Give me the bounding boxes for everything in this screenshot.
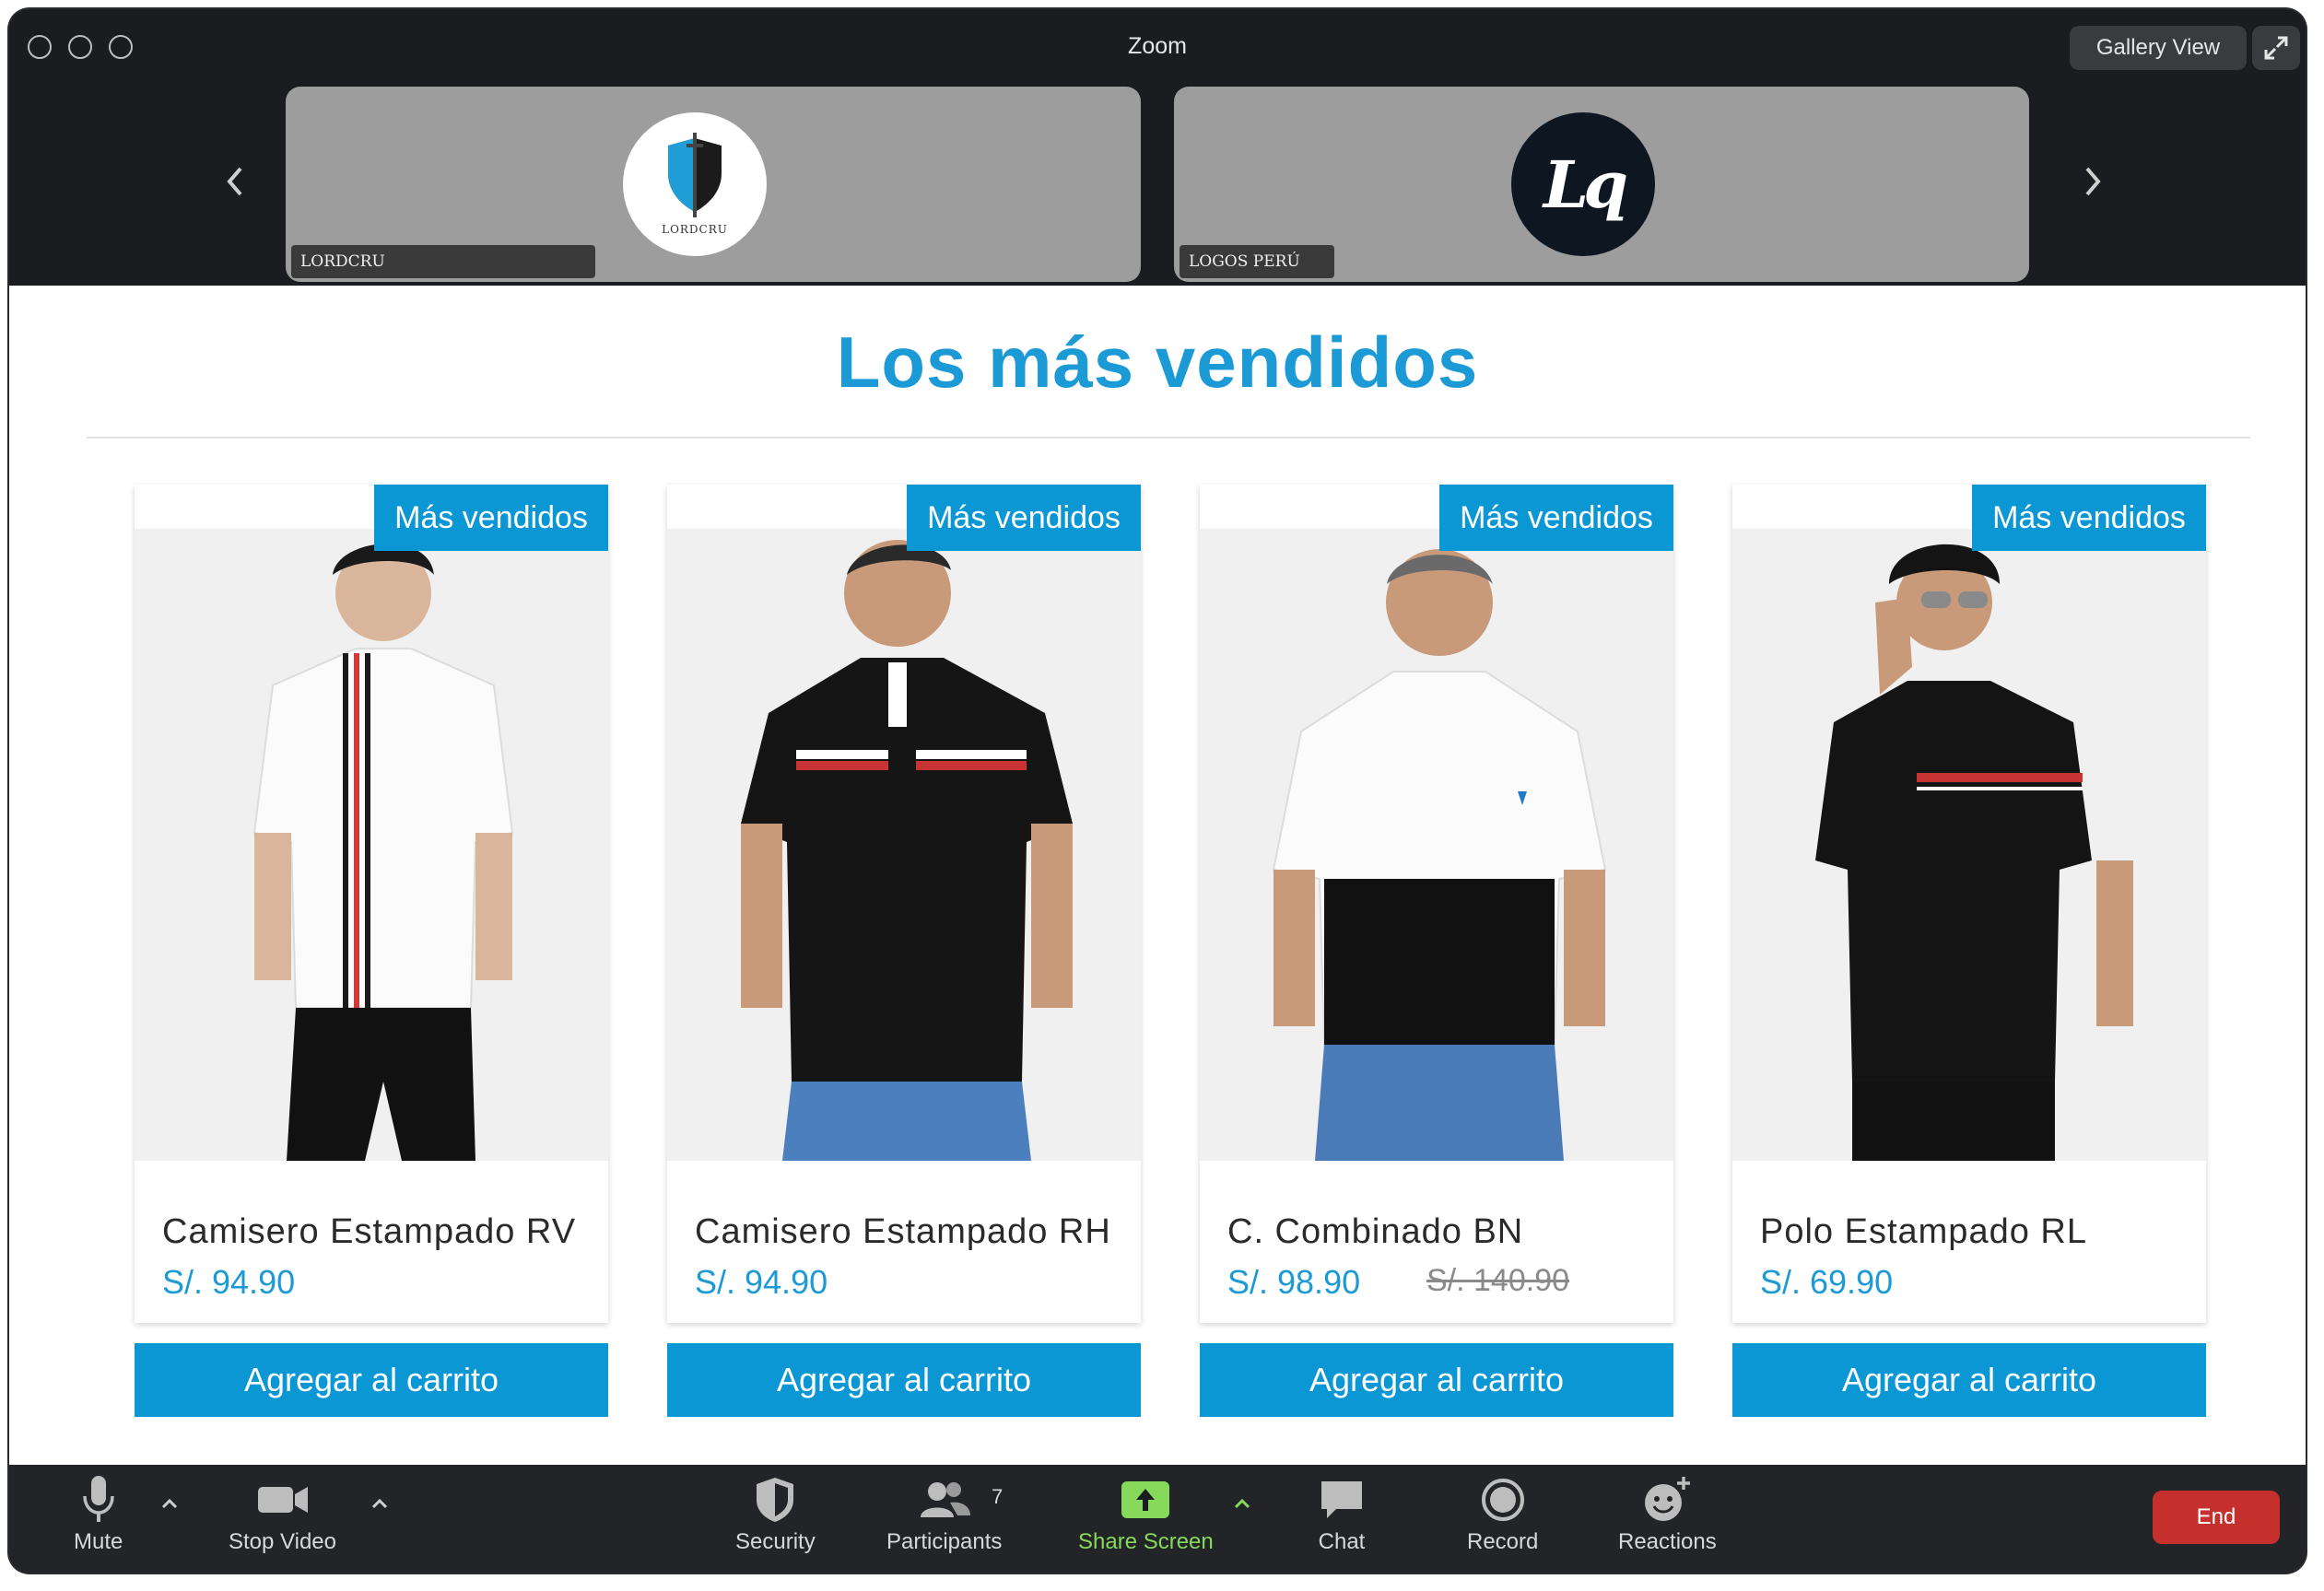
participants-count: 7: [992, 1485, 1004, 1508]
add-to-cart-button[interactable]: Agregar al carrito: [1200, 1343, 1673, 1417]
avatar: LORDCRU: [623, 112, 767, 256]
product-price: S/. 94.90: [695, 1263, 828, 1301]
record-icon-wrap: [1480, 1472, 1526, 1527]
product-image: [1200, 529, 1673, 1161]
bestseller-badge: Más vendidos: [907, 485, 1141, 551]
product-name[interactable]: Polo Estampado RL: [1760, 1212, 2087, 1252]
product-photo[interactable]: [667, 529, 1141, 1161]
microphone-icon: [82, 1476, 114, 1522]
chat-icon-wrap: [1318, 1472, 1366, 1527]
chevron-left-icon: [227, 167, 242, 196]
record-label: Record: [1467, 1529, 1539, 1554]
participants-icon-wrap: [917, 1472, 972, 1527]
avatar-caption: LORDCRU: [662, 223, 728, 236]
share-screen-label: Share Screen: [1078, 1529, 1214, 1554]
record-button[interactable]: Record: [1467, 1472, 1538, 1555]
product-photo[interactable]: [1732, 529, 2206, 1161]
bestseller-badge: Más vendidos: [374, 485, 608, 551]
participants-button[interactable]: Participants: [886, 1472, 1002, 1555]
product-name[interactable]: Camisero Estampado RV: [162, 1212, 576, 1252]
mute-button[interactable]: Mute: [74, 1472, 123, 1555]
expand-icon: [2264, 36, 2288, 60]
bestseller-badge: Más vendidos: [1972, 485, 2206, 551]
product-card[interactable]: C. Combinado BN S/. 98.90 S/. 140.90 Más…: [1200, 485, 1673, 1417]
shared-screen: Los más vendidos Camisero Estampado RV S…: [9, 286, 2306, 1465]
page-title: Los más vendidos: [836, 322, 1479, 403]
fullscreen-button[interactable]: [2252, 26, 2300, 70]
avatar: Lq: [1511, 112, 1655, 256]
window-title: Zoom: [1128, 33, 1187, 59]
participant-name: LORDCRU: [291, 245, 595, 278]
video-camera-icon: [257, 1487, 308, 1513]
shield-icon: [757, 1478, 794, 1522]
product-price: S/. 94.90: [162, 1263, 296, 1301]
product-price: S/. 69.90: [1760, 1263, 1894, 1301]
reactions-button[interactable]: Reactions: [1618, 1472, 1717, 1555]
mute-icon-wrap: [80, 1472, 117, 1527]
card-body: Camisero Estampado RH S/. 94.90: [667, 485, 1141, 1323]
participant-strip: LORDCRU LORDCRU Lq LOGOS PERÚ: [9, 76, 2306, 286]
previous-page-button[interactable]: [217, 163, 253, 200]
participants-label: Participants: [886, 1529, 1003, 1554]
chevron-up-icon: [161, 1498, 178, 1509]
card-body: C. Combinado BN S/. 98.90 S/. 140.90: [1200, 485, 1673, 1323]
security-label: Security: [735, 1529, 816, 1554]
chat-label: Chat: [1318, 1529, 1366, 1554]
product-name[interactable]: C. Combinado BN: [1227, 1212, 1523, 1252]
product-card[interactable]: Camisero Estampado RH S/. 94.90 Más vend…: [667, 485, 1141, 1417]
share-screen-button[interactable]: Share Screen: [1078, 1472, 1214, 1555]
audio-options-button[interactable]: [158, 1492, 181, 1515]
product-price: S/. 98.90: [1227, 1263, 1361, 1301]
security-icon-wrap: [754, 1472, 796, 1527]
meeting-toolbar: Mute Stop Video Security Participants 7 …: [9, 1465, 2306, 1573]
add-to-cart-button[interactable]: Agregar al carrito: [667, 1343, 1141, 1417]
emoji-add-icon: [1645, 1477, 1691, 1521]
gallery-view-button[interactable]: Gallery View: [2070, 26, 2247, 70]
chevron-right-icon: [2085, 167, 2101, 196]
add-to-cart-button[interactable]: Agregar al carrito: [135, 1343, 608, 1417]
end-meeting-button[interactable]: End: [2153, 1491, 2280, 1544]
product-card[interactable]: Polo Estampado RL S/. 69.90 Más vendidos…: [1732, 485, 2206, 1417]
product-old-price: S/. 140.90: [1426, 1263, 1570, 1298]
share-icon-wrap: [1120, 1472, 1171, 1527]
chevron-up-icon: [371, 1498, 388, 1509]
stop-video-button[interactable]: Stop Video: [229, 1472, 336, 1555]
participant-tile-logos-peru[interactable]: Lq LOGOS PERÚ: [1174, 87, 2029, 282]
divider: [87, 437, 2250, 439]
video-icon-wrap: [256, 1472, 310, 1527]
product-name[interactable]: Camisero Estampado RH: [695, 1212, 1111, 1252]
share-options-button[interactable]: [1231, 1492, 1253, 1515]
security-button[interactable]: Security: [735, 1472, 816, 1555]
title-bar: Zoom Gallery View: [9, 9, 2306, 76]
bestseller-badge: Más vendidos: [1439, 485, 1673, 551]
zoom-window: Zoom Gallery View LORDCRU LORDCRU Lq LOG…: [9, 9, 2306, 1573]
shield-logo-icon: [668, 133, 722, 217]
next-page-button[interactable]: [2074, 163, 2111, 200]
add-to-cart-button[interactable]: Agregar al carrito: [1732, 1343, 2206, 1417]
reactions-label: Reactions: [1618, 1529, 1717, 1554]
mute-label: Mute: [74, 1529, 123, 1554]
product-photo[interactable]: [135, 529, 608, 1161]
participant-tile-lordcru[interactable]: LORDCRU LORDCRU: [286, 87, 1141, 282]
share-screen-icon: [1121, 1481, 1170, 1518]
chat-icon: [1321, 1481, 1362, 1518]
stop-video-label: Stop Video: [229, 1529, 336, 1554]
product-image: [667, 529, 1141, 1161]
card-body: Camisero Estampado RV S/. 94.90: [135, 485, 608, 1323]
participants-icon: [920, 1482, 970, 1517]
chevron-up-icon: [1234, 1498, 1250, 1509]
reactions-icon-wrap: [1641, 1472, 1693, 1527]
product-photo[interactable]: [1200, 529, 1673, 1161]
logo-lettering: Lq: [1543, 146, 1628, 223]
product-card[interactable]: Camisero Estampado RV S/. 94.90 Más vend…: [135, 485, 608, 1417]
product-image: [1732, 529, 2206, 1161]
video-options-button[interactable]: [369, 1492, 391, 1515]
participant-name: LOGOS PERÚ: [1180, 245, 1334, 278]
record-icon: [1481, 1479, 1524, 1521]
chat-button[interactable]: Chat: [1318, 1472, 1366, 1555]
product-image: [135, 529, 608, 1161]
card-body: Polo Estampado RL S/. 69.90: [1732, 485, 2206, 1323]
